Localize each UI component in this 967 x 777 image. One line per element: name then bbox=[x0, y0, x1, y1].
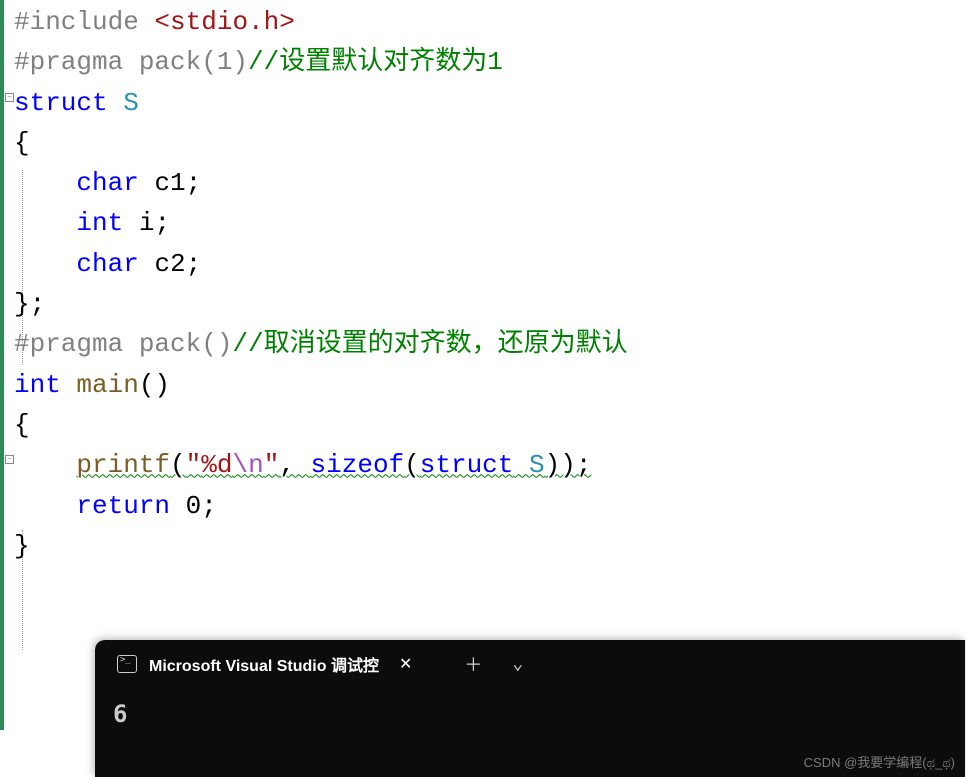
code-line: char c2; bbox=[14, 244, 967, 284]
close-icon[interactable]: ✕ bbox=[391, 654, 420, 674]
code-line: int i; bbox=[14, 203, 967, 243]
code-line: #pragma pack()//取消设置的对齐数，还原为默认 bbox=[14, 324, 967, 364]
terminal-icon bbox=[117, 655, 137, 673]
terminal-tab-title: Microsoft Visual Studio 调试控 bbox=[149, 652, 379, 676]
code-line: #include <stdio.h> bbox=[14, 2, 967, 42]
code-editor[interactable]: #include <stdio.h>#pragma pack(1)//设置默认对… bbox=[0, 0, 967, 566]
code-line: #pragma pack(1)//设置默认对齐数为1 bbox=[14, 42, 967, 82]
code-line: int main() bbox=[14, 365, 967, 405]
terminal-window: Microsoft Visual Studio 调试控 ✕ ＋ ⌄ 6 CSDN… bbox=[95, 640, 965, 777]
code-line: { bbox=[14, 123, 967, 163]
terminal-output: 6 bbox=[113, 700, 947, 728]
code-line: printf("%d\n", sizeof(struct S)); bbox=[14, 445, 967, 485]
code-line: return 0; bbox=[14, 486, 967, 526]
terminal-tabbar: Microsoft Visual Studio 调试控 ✕ ＋ ⌄ bbox=[95, 640, 965, 688]
code-line: }; bbox=[14, 284, 967, 324]
terminal-body[interactable]: 6 bbox=[95, 688, 965, 740]
chevron-down-icon[interactable]: ⌄ bbox=[506, 653, 529, 675]
code-line: } bbox=[14, 526, 967, 566]
code-line: struct S bbox=[14, 83, 967, 123]
code-line: { bbox=[14, 405, 967, 445]
watermark: CSDN @我要学编程(ಥ_ಥ) bbox=[804, 752, 955, 771]
add-tab-button[interactable]: ＋ bbox=[458, 651, 488, 677]
code-line: char c1; bbox=[14, 163, 967, 203]
terminal-tab[interactable]: Microsoft Visual Studio 调试控 ✕ bbox=[107, 640, 430, 688]
